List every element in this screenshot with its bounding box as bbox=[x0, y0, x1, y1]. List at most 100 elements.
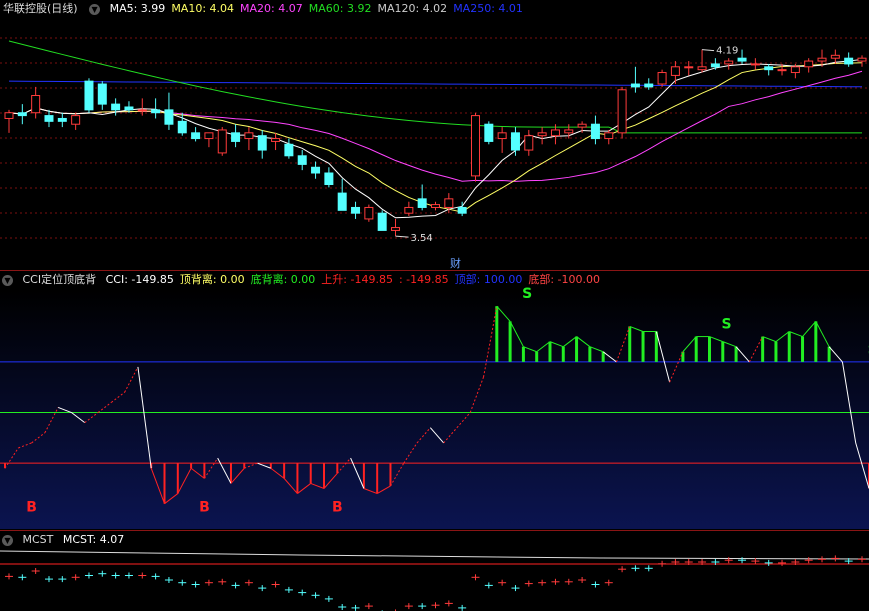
legend-item: 顶部: 100.00 bbox=[454, 273, 523, 286]
candle-body bbox=[657, 72, 667, 85]
buy-signal: B bbox=[199, 499, 210, 515]
candle-body bbox=[231, 132, 241, 142]
candle-body bbox=[324, 172, 334, 185]
cci-legend: ▼ CCI定位顶底背 CCI: -149.85 顶背离: 0.00 底背离: 0.0… bbox=[0, 271, 869, 289]
candle-body bbox=[31, 95, 41, 114]
candle-body bbox=[777, 69, 787, 72]
low-pointer bbox=[395, 235, 409, 238]
candle-body bbox=[337, 192, 347, 211]
candle-body bbox=[4, 112, 14, 119]
candle-body bbox=[297, 155, 307, 165]
candle-body bbox=[417, 198, 427, 208]
candle-body bbox=[311, 166, 321, 174]
candle-body bbox=[817, 57, 827, 62]
price-title: 华联控股(日线) bbox=[3, 2, 78, 15]
candle-body bbox=[510, 132, 520, 151]
candle-body bbox=[284, 143, 294, 157]
candle-body bbox=[590, 123, 600, 140]
cci-panel: ▼ CCI定位顶底背 CCI: -149.85 顶背离: 0.00 底背离: 0.0… bbox=[0, 271, 869, 530]
candle-body bbox=[564, 129, 574, 134]
candle-body bbox=[391, 227, 401, 231]
candle-body bbox=[164, 109, 174, 125]
candle-body bbox=[17, 112, 27, 117]
legend-item: CCI: -149.85 bbox=[105, 273, 174, 286]
legend-item: : -149.85 bbox=[398, 273, 449, 286]
candle-body bbox=[444, 198, 454, 208]
legend-item: 底背离: 0.00 bbox=[250, 273, 316, 286]
cci-chart[interactable]: BBBSSS bbox=[0, 271, 869, 530]
finance-marker: 财 bbox=[450, 256, 461, 270]
legend-item: 底部: -100.00 bbox=[528, 273, 601, 286]
candle-body bbox=[630, 83, 640, 88]
candle-body bbox=[364, 206, 374, 220]
sell-signal: S bbox=[721, 317, 731, 333]
candle-body bbox=[764, 66, 774, 71]
candle-body bbox=[377, 212, 387, 231]
mcst-title: MCST bbox=[22, 533, 54, 546]
legend-item: MA120: 4.02 bbox=[377, 2, 448, 15]
mcst-legend: ▼ MCST MCST: 4.07 bbox=[0, 531, 869, 549]
cci-background bbox=[0, 291, 869, 529]
mcst-line bbox=[0, 550, 869, 560]
cci-legend-items: CCI: -149.85 顶背离: 0.00 底背离: 0.00 上升: -149.8… bbox=[106, 273, 606, 286]
candle-body bbox=[137, 109, 147, 112]
candle-body bbox=[617, 89, 627, 134]
candle-body bbox=[177, 120, 187, 134]
candle-body bbox=[857, 57, 867, 62]
candle-body bbox=[111, 103, 121, 111]
candle-body bbox=[497, 132, 507, 140]
candle-body bbox=[830, 54, 840, 59]
candle-body bbox=[724, 60, 734, 65]
legend-item: MA250: 4.01 bbox=[453, 2, 523, 15]
candle-body bbox=[44, 115, 54, 122]
ma5-line bbox=[8, 58, 863, 219]
price-legend: 华联控股(日线) ▼ MA5: 3.99 MA10: 4.04 MA20: 4.07… bbox=[0, 0, 869, 18]
candle-body bbox=[97, 83, 107, 105]
mcst-legend-items: MCST: 4.07 bbox=[63, 533, 130, 546]
candle-body bbox=[257, 135, 267, 151]
legend-item: MA20: 4.07 bbox=[240, 2, 303, 15]
legend-item: MA5: 3.99 bbox=[109, 2, 166, 15]
legend-item: MA10: 4.04 bbox=[171, 2, 235, 15]
collapse-icon[interactable]: ▼ bbox=[89, 3, 101, 15]
candle-body bbox=[604, 132, 614, 140]
buy-signal: B bbox=[26, 499, 37, 515]
candle-body bbox=[204, 132, 214, 140]
candle-body bbox=[470, 115, 480, 177]
collapse-icon[interactable]: ▼ bbox=[2, 534, 13, 546]
candle-body bbox=[124, 106, 134, 111]
candle-body bbox=[457, 206, 467, 214]
low-label: 3.54 bbox=[411, 233, 433, 244]
price-panel: 华联控股(日线) ▼ MA5: 3.99 MA10: 4.04 MA20: 4.07… bbox=[0, 0, 869, 270]
candle-body bbox=[710, 63, 720, 68]
candle-body bbox=[737, 57, 747, 62]
ma250-line bbox=[8, 80, 863, 88]
legend-item: 顶背离: 0.00 bbox=[179, 273, 245, 286]
legend-item: MCST: 4.07 bbox=[62, 533, 125, 546]
candle-body bbox=[697, 66, 707, 71]
candle-body bbox=[351, 206, 361, 214]
candle-body bbox=[577, 123, 587, 128]
high-label: 4.19 bbox=[716, 46, 738, 57]
candle-body bbox=[524, 135, 534, 151]
candle-body bbox=[57, 117, 67, 122]
candle-body bbox=[271, 138, 281, 142]
candle-body bbox=[550, 129, 560, 137]
candle-body bbox=[404, 206, 414, 214]
cci-title: CCI定位顶底背 bbox=[22, 273, 97, 286]
collapse-icon[interactable]: ▼ bbox=[2, 274, 13, 286]
mcst-panel: ▼ MCST MCST: 4.07 bbox=[0, 531, 869, 611]
candle-body bbox=[644, 83, 654, 88]
candle-body bbox=[670, 66, 680, 76]
buy-signal: B bbox=[332, 499, 343, 515]
candlestick-chart[interactable]: 4.19 3.54 财 bbox=[0, 0, 869, 270]
legend-item: MA60: 3.92 bbox=[308, 2, 372, 15]
candle-body bbox=[484, 123, 494, 142]
candle-body bbox=[151, 109, 161, 114]
candle-body bbox=[790, 66, 800, 74]
candle-body bbox=[191, 132, 201, 140]
candle-body bbox=[750, 63, 760, 66]
candle-body bbox=[431, 204, 440, 208]
candle-body bbox=[71, 115, 81, 125]
candle-body bbox=[217, 129, 227, 154]
